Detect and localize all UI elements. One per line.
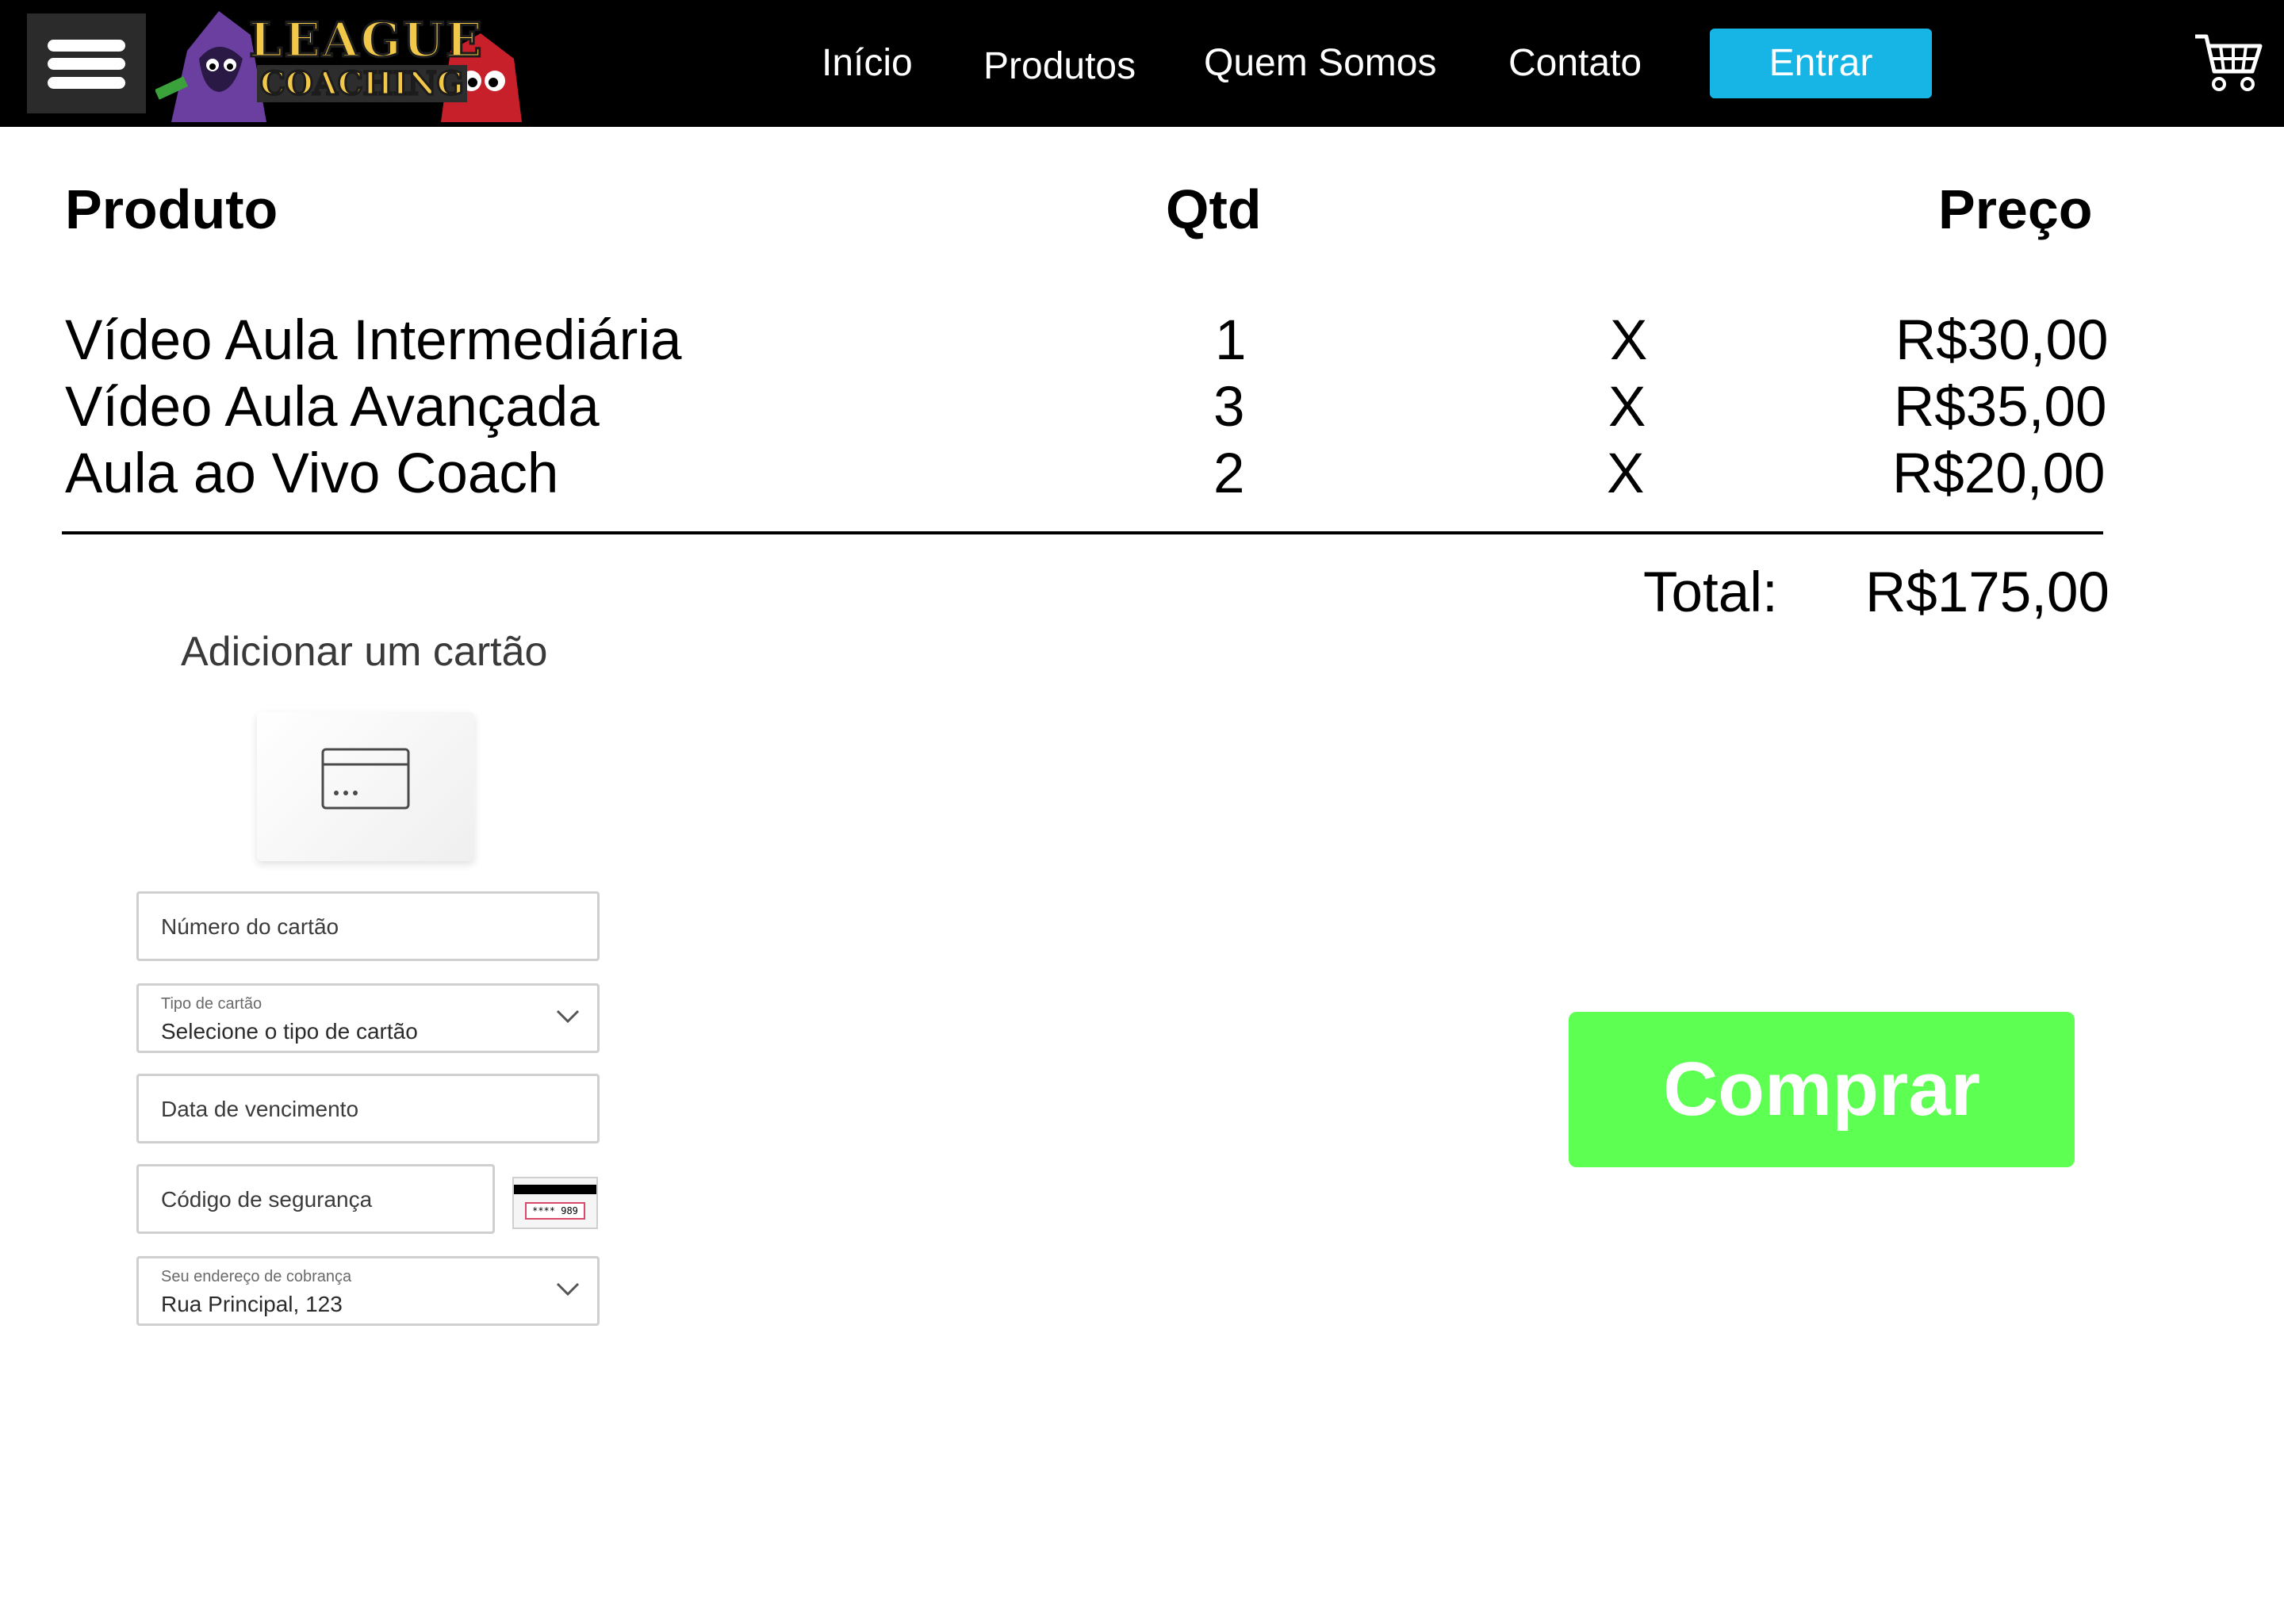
login-button[interactable]: Entrar — [1710, 29, 1932, 98]
header-preco: Preço — [1938, 178, 2093, 240]
add-card-title: Adicionar um cartão — [181, 629, 548, 675]
security-code-field[interactable]: Código de segurança — [136, 1164, 495, 1234]
remove-item-button[interactable]: X — [1607, 441, 1644, 508]
league-coaching-logo[interactable]: LEAGUE COACHING — [154, 3, 522, 124]
card-type-label: Tipo de cartão — [161, 995, 263, 1013]
total-label: Total: — [1643, 561, 1778, 624]
product-qty: 2 — [1213, 442, 1245, 505]
billing-address-select[interactable]: Seu endereço de cobrança Rua Principal, … — [136, 1256, 600, 1326]
product-price: R$20,00 — [1892, 442, 2106, 505]
remove-item-button[interactable]: X — [1610, 308, 1647, 374]
nav-produtos[interactable]: Produtos — [983, 44, 1136, 89]
chevron-down-icon — [556, 1009, 580, 1028]
product-price: R$35,00 — [1894, 376, 2107, 439]
logo-text-coaching: COACHING — [257, 64, 467, 104]
buy-button[interactable]: Comprar — [1569, 1012, 2075, 1167]
top-navbar: LEAGUE COACHING Início Produtos Quem Som… — [0, 0, 2284, 127]
logo-text-league: LEAGUE — [248, 12, 484, 70]
billing-address-label: Seu endereço de cobrança — [161, 1268, 352, 1285]
cart-icon[interactable] — [2194, 32, 2263, 95]
remove-item-button[interactable]: X — [1608, 374, 1646, 441]
nav-quem-somos[interactable]: Quem Somos — [1204, 41, 1436, 86]
credit-card-icon[interactable] — [257, 712, 474, 861]
product-price: R$30,00 — [1895, 309, 2109, 372]
chevron-down-icon — [556, 1282, 580, 1300]
product-qty: 1 — [1215, 309, 1247, 372]
nav-inicio[interactable]: Início — [822, 41, 913, 86]
card-number-placeholder: Número do cartão — [161, 914, 339, 939]
cart-row: Vídeo Aula Intermediária 1 X R$30,00 — [0, 308, 2284, 374]
billing-address-value: Rua Principal, 123 — [161, 1292, 343, 1316]
card-type-select[interactable]: Tipo de cartão Selecione o tipo de cartã… — [136, 983, 600, 1053]
cvv-card-icon: **** 989 — [512, 1177, 598, 1229]
expiry-date-placeholder: Data de vencimento — [161, 1097, 359, 1121]
card-number-field[interactable]: Número do cartão — [136, 891, 600, 961]
product-name: Aula ao Vivo Coach — [65, 442, 559, 505]
cvv-hint-text: **** 989 — [525, 1202, 585, 1220]
product-name: Vídeo Aula Avançada — [65, 376, 600, 439]
product-qty: 3 — [1213, 376, 1245, 439]
cart-row: Vídeo Aula Avançada 3 X R$35,00 — [0, 374, 2284, 441]
card-type-value: Selecione o tipo de cartão — [161, 1019, 418, 1044]
table-divider — [62, 531, 2103, 534]
security-code-placeholder: Código de segurança — [161, 1187, 373, 1212]
menu-icon[interactable] — [27, 13, 146, 113]
total-value: R$175,00 — [1865, 561, 2110, 624]
header-produto: Produto — [65, 178, 278, 240]
expiry-date-field[interactable]: Data de vencimento — [136, 1074, 600, 1143]
product-name: Vídeo Aula Intermediária — [65, 309, 682, 372]
nav-contato[interactable]: Contato — [1508, 41, 1642, 86]
header-qtd: Qtd — [1166, 178, 1262, 240]
cart-row: Aula ao Vivo Coach 2 X R$20,00 — [0, 441, 2284, 508]
